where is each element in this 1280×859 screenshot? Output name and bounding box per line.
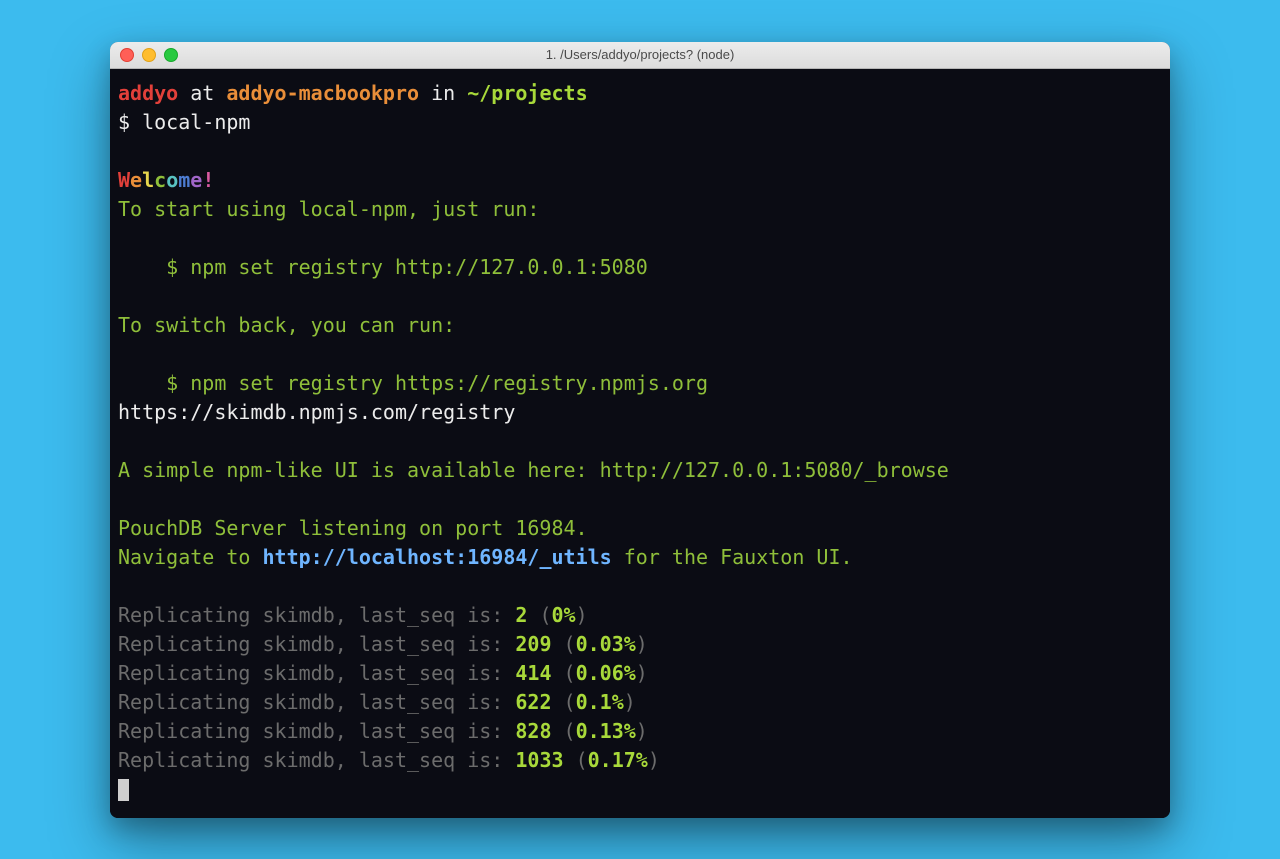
terminal-body[interactable]: addyo at addyo-macbookpro in ~/projects …	[110, 69, 1170, 818]
command-input: local-npm	[142, 110, 250, 134]
prompt-in: in	[419, 81, 467, 105]
window-title: 1. /Users/addyo/projects? (node)	[110, 47, 1170, 62]
prompt-host: addyo-macbookpro	[226, 81, 419, 105]
hint-cmd1: $ npm set registry http://127.0.0.1:5080	[118, 255, 648, 279]
browse-hint: A simple npm-like UI is available here: …	[118, 458, 949, 482]
pouch-line: PouchDB Server listening on port 16984.	[118, 516, 588, 540]
fauxton-a: Navigate to	[118, 545, 263, 569]
titlebar[interactable]: 1. /Users/addyo/projects? (node)	[110, 42, 1170, 69]
prompt-user: addyo	[118, 81, 178, 105]
prompt-path: ~/projects	[467, 81, 587, 105]
hint-switch: To switch back, you can run:	[118, 313, 455, 337]
welcome-banner: Welcome!	[118, 168, 214, 192]
replication-log: Replicating skimdb, last_seq is: 2 (0%) …	[118, 603, 660, 772]
prompt-symbol: $	[118, 110, 142, 134]
hint-start: To start using local-npm, just run:	[118, 197, 539, 221]
fauxton-c: for the Fauxton UI.	[612, 545, 853, 569]
skimdb-url: https://skimdb.npmjs.com/registry	[118, 400, 515, 424]
hint-cmd2: $ npm set registry https://registry.npmj…	[118, 371, 708, 395]
terminal-window: 1. /Users/addyo/projects? (node) addyo a…	[110, 42, 1170, 818]
cursor-icon	[118, 779, 129, 801]
prompt-at: at	[178, 81, 226, 105]
fauxton-url: http://localhost:16984/_utils	[263, 545, 612, 569]
